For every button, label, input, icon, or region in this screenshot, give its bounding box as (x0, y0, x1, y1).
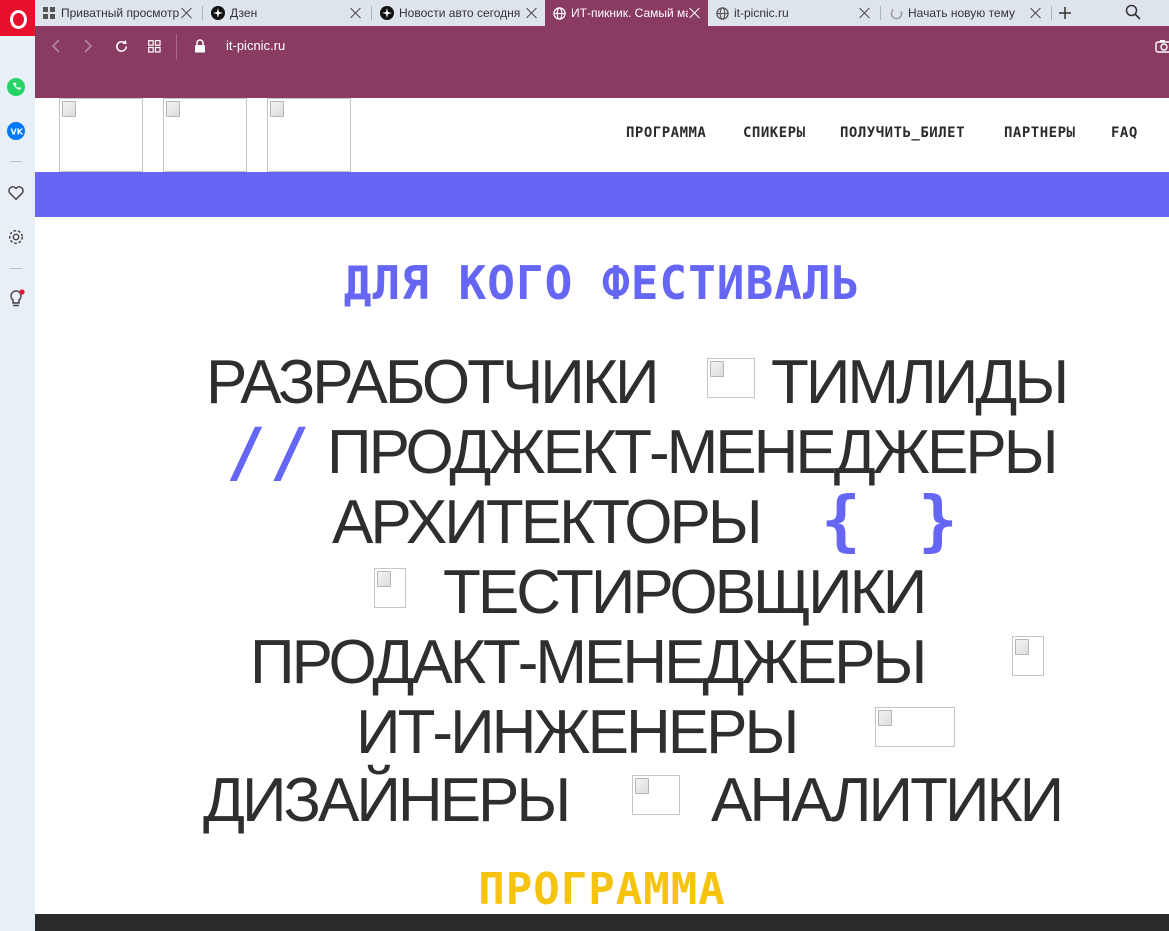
sidebar-separator (10, 268, 22, 269)
role-analysts: АНАЛИТИКИ (711, 766, 1064, 835)
decor-image-broken (707, 358, 755, 398)
tab[interactable]: Дзен (204, 0, 369, 26)
role-architects: АРХИТЕКТОРЫ (332, 488, 763, 557)
decor-close-brace: } (918, 482, 958, 559)
tab-label: Новости авто сегодня (399, 6, 521, 20)
menu-link-speakers[interactable]: СПИКЕРЫ (743, 125, 806, 141)
logo-image-broken[interactable] (163, 98, 247, 172)
logo-image-broken[interactable] (267, 98, 351, 172)
decor-image-broken (632, 775, 680, 815)
dark-section-bar (35, 914, 1169, 931)
globe-icon (715, 6, 729, 20)
role-designers: ДИЗАЙНЕРЫ (203, 766, 571, 835)
logo-image-broken[interactable] (59, 98, 143, 172)
search-tabs-icon[interactable] (1125, 4, 1143, 22)
loading-icon (889, 6, 903, 20)
decor-open-brace: { (821, 482, 861, 559)
new-tab-button[interactable] (1056, 4, 1074, 22)
tab-active[interactable]: ИТ-пикник. Самый масштабный (545, 0, 708, 26)
lightbulb-icon[interactable] (5, 288, 27, 310)
opera-icon[interactable] (0, 0, 35, 36)
whatsapp-icon[interactable] (5, 76, 27, 98)
role-project-managers: ПРОДЖЕКТ-МЕНЕДЖЕРЫ (327, 418, 1059, 487)
menu-link-partners[interactable]: ПАРТНЕРЫ (1004, 125, 1075, 141)
decor-image-broken (875, 707, 955, 747)
lock-icon[interactable] (192, 38, 208, 54)
camera-icon[interactable] (1155, 39, 1169, 53)
role-it-engineers: ИТ-ИНЖЕНЕРЫ (356, 698, 799, 767)
svg-text:VK: VK (11, 128, 24, 137)
grid-icon (42, 6, 56, 20)
globe-icon (552, 6, 566, 20)
forward-icon[interactable] (80, 38, 96, 54)
tab-label: Начать новую тему (908, 6, 1015, 20)
tab-label: Приватный просмотр (61, 6, 180, 20)
close-icon[interactable] (525, 6, 539, 20)
decor-slashes: // (226, 414, 314, 491)
close-icon[interactable] (858, 6, 872, 20)
menu-link-faq[interactable]: FAQ (1111, 125, 1138, 141)
site-header: ПРОГРАММА СПИКЕРЫ ПОЛУЧИТЬ_БИЛЕТ ПАРТНЕР… (35, 98, 1169, 172)
tab-label: Дзен (230, 6, 258, 20)
role-product-managers: ПРОДАКТ-МЕНЕДЖЕРЫ (250, 628, 927, 697)
next-section-title: ПРОГРАММА (478, 864, 726, 915)
vk-icon[interactable]: VK (5, 120, 27, 142)
address-field[interactable]: it-picnic.ru (226, 38, 285, 54)
decor-image-broken (1012, 636, 1044, 676)
back-icon[interactable] (48, 38, 64, 54)
tab-grid-icon[interactable] (146, 38, 162, 54)
tab-label: ИТ-пикник. Самый масштабный (571, 6, 688, 20)
menu-link-program[interactable]: ПРОГРАММА (626, 125, 706, 141)
role-developers: РАЗРАБОТЧИКИ (206, 348, 660, 417)
tab-label: it-picnic.ru (734, 6, 789, 20)
zen-icon (380, 6, 394, 20)
sidebar-separator (10, 161, 22, 162)
heart-icon[interactable] (5, 182, 27, 204)
tab[interactable]: it-picnic.ru (708, 0, 878, 26)
browser-sidebar: VK (0, 0, 35, 931)
close-icon[interactable] (349, 6, 363, 20)
tab[interactable]: Новости авто сегодня (373, 0, 545, 26)
gear-icon[interactable] (5, 226, 27, 248)
menu-link-tickets[interactable]: ПОЛУЧИТЬ_БИЛЕТ (840, 125, 965, 141)
section-title: ДЛЯ КОГО ФЕСТИВАЛЬ (343, 256, 861, 310)
zen-icon (211, 6, 225, 20)
reload-icon[interactable] (113, 38, 129, 54)
close-icon[interactable] (180, 6, 194, 20)
close-icon[interactable] (1029, 6, 1043, 20)
tab-strip: Приватный просмотр Дзен Новости авто сег… (35, 0, 1169, 26)
role-teamleads: ТИМЛИДЫ (771, 348, 1069, 417)
tab[interactable]: Начать новую тему (882, 0, 1049, 26)
tab[interactable]: Приватный просмотр (35, 0, 200, 26)
role-testers: ТЕСТИРОВЩИКИ (443, 558, 927, 627)
decor-image-broken (374, 568, 406, 608)
address-bar: it-picnic.ru (35, 26, 1169, 98)
accent-bar (35, 172, 1169, 217)
close-icon[interactable] (688, 6, 702, 20)
